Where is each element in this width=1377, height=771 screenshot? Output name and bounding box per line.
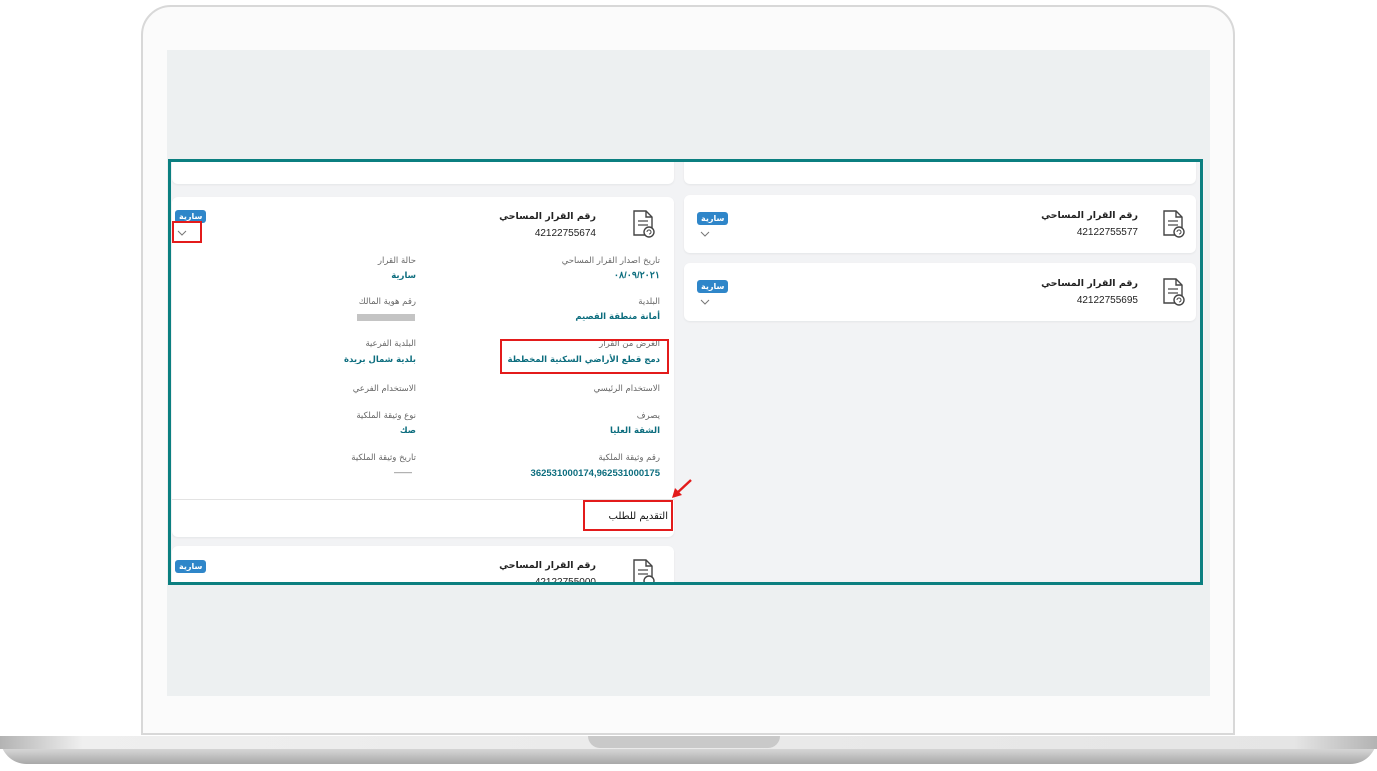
deed-type-value: صك xyxy=(399,426,416,436)
owner-id-masked-value xyxy=(357,314,415,321)
decision-title: رقم القرار المساحي xyxy=(499,211,596,222)
decision-status-label: حالة القرار xyxy=(377,256,416,266)
laptop-notch xyxy=(588,736,780,748)
deed-date-value: —— xyxy=(394,467,412,477)
sub-usage-label: الاستخدام الفرعي xyxy=(352,384,416,394)
decision-number: 42122755577 xyxy=(1076,227,1138,238)
decision-card[interactable]: رقم القرار المساحي 42122755695 سارية xyxy=(684,263,1196,321)
decision-title: رقم القرار المساحي xyxy=(1041,210,1138,221)
decision-number: 42122755674 xyxy=(534,228,596,239)
municipality-label: البلدية xyxy=(638,297,660,307)
decisions-list: 42122755574 رقم القرار المساحي 421227556… xyxy=(172,162,1204,584)
status-badge: سارية xyxy=(175,560,207,573)
decision-number: 42122755695 xyxy=(1076,295,1138,306)
issue-date-label: تاريخ اصدار القرار المساحي xyxy=(561,256,660,266)
purpose-label: الغرض من القرار xyxy=(599,339,660,349)
classified-value: الشقة العليا xyxy=(609,426,660,436)
chevron-down-icon[interactable] xyxy=(700,299,710,305)
chevron-down-icon[interactable] xyxy=(700,231,710,237)
decision-card[interactable]: رقم القرار المساحي 42122755577 سارية xyxy=(684,195,1196,253)
document-icon xyxy=(633,559,655,584)
deed-date-label: تاريخ وثيقة الملكية xyxy=(351,453,416,463)
decision-card-expanded: رقم القرار المساحي 42122755674 سارية تار… xyxy=(172,197,674,537)
municipality-value: أمانة منطقة القصيم xyxy=(575,312,660,322)
sub-municipality-value: بلدية شمال بريدة xyxy=(343,355,416,365)
issue-date-value: ٠٨/٠٩/٢٠٢١ xyxy=(613,270,660,281)
classified-label: يصرف xyxy=(636,411,660,421)
deed-number-value: 362531000174,962531000175 xyxy=(530,468,660,479)
status-badge: سارية xyxy=(697,280,729,293)
decision-card-cut-left[interactable]: 42122755574 xyxy=(172,162,674,184)
status-badge: سارية xyxy=(697,212,729,225)
decision-card-bottom[interactable]: رقم القرار المساحي 42122755000 سارية xyxy=(172,546,674,584)
main-usage-label: الاستخدام الرئيسي xyxy=(593,384,660,394)
deed-type-label: نوع وثيقة الملكية xyxy=(356,411,416,421)
apply-request-button[interactable]: التقديم للطلب xyxy=(609,511,668,522)
status-badge: سارية xyxy=(175,210,207,223)
decision-title: رقم القرار المساحي xyxy=(499,560,596,571)
purpose-value: دمج قطع الأراضي السكنية المخططة xyxy=(507,355,660,365)
owner-id-label: رقم هوية المالك xyxy=(358,297,416,307)
chevron-down-icon[interactable] xyxy=(177,230,187,236)
decision-title: رقم القرار المساحي xyxy=(1041,278,1138,289)
decision-status-value: سارية xyxy=(391,271,416,281)
document-icon xyxy=(1163,210,1185,238)
red-arrow-icon xyxy=(672,479,692,498)
document-icon xyxy=(633,210,655,238)
card-divider xyxy=(172,499,674,500)
decision-number: 42122755000 xyxy=(534,577,596,584)
sub-municipality-label: البلدية الفرعية xyxy=(365,339,416,349)
deed-number-label: رقم وثيقة الملكية xyxy=(598,453,660,463)
document-icon xyxy=(1163,278,1185,306)
decision-card-cut-right[interactable]: 42122755572 xyxy=(684,162,1196,184)
